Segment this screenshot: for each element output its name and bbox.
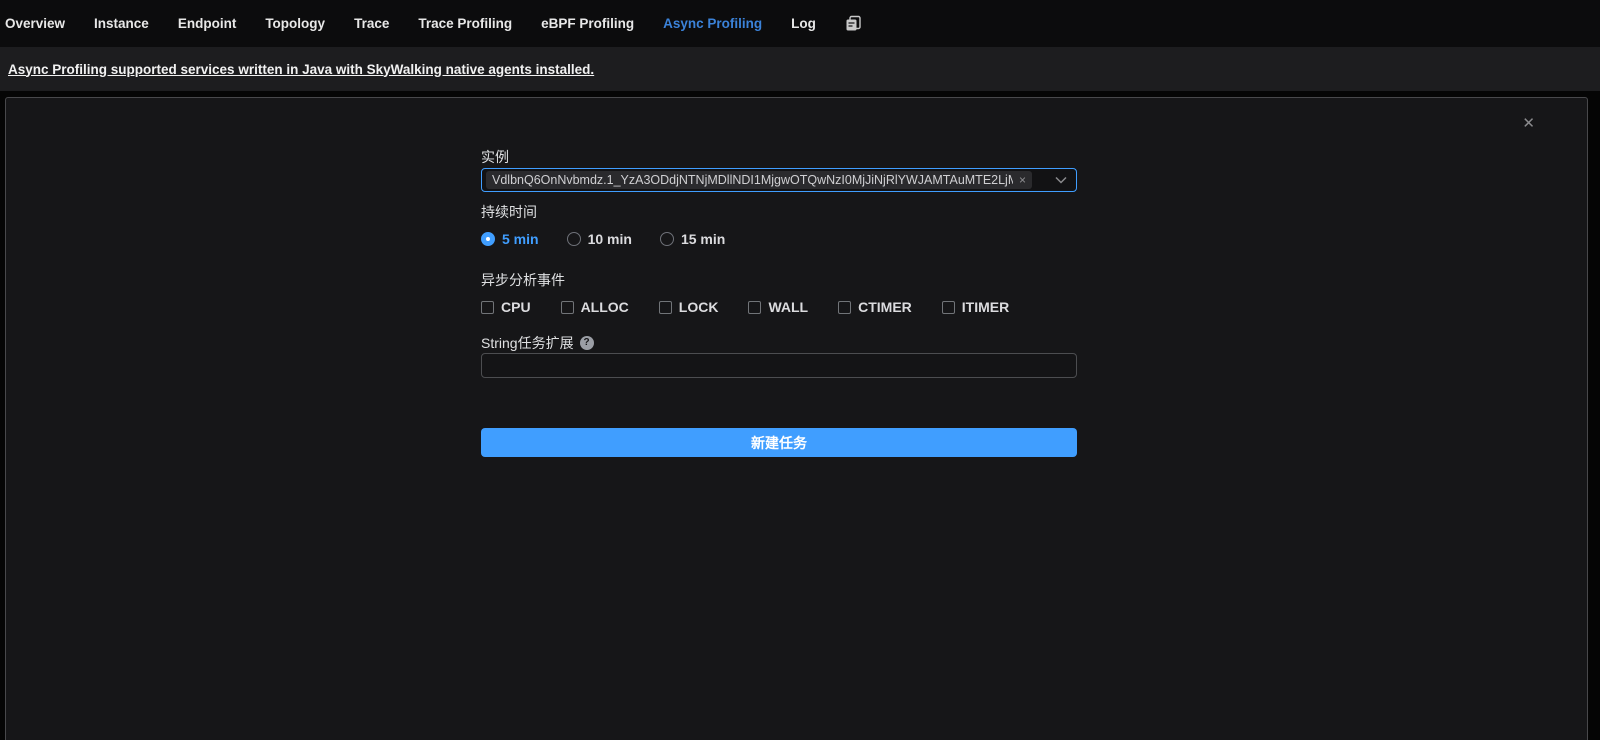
checkbox-icon xyxy=(481,301,494,314)
nav-tab-async-profiling[interactable]: Async Profiling xyxy=(663,16,762,31)
extension-label: String任务扩展 xyxy=(481,335,574,351)
extension-input[interactable] xyxy=(481,353,1077,378)
top-nav: Overview Instance Endpoint Topology Trac… xyxy=(0,0,1600,47)
nav-tab-trace-profiling[interactable]: Trace Profiling xyxy=(418,16,512,31)
banner: Async Profiling supported services writt… xyxy=(0,47,1600,91)
instance-select[interactable]: VdlbnQ6OnNvbmdz.1_YzA3ODdjNTNjMDllNDI1Mj… xyxy=(481,168,1077,192)
supported-services-link[interactable]: Async Profiling supported services writt… xyxy=(8,62,594,77)
chevron-down-icon xyxy=(1055,176,1067,184)
checkbox-ctimer-label: CTIMER xyxy=(858,299,912,315)
radio-dot-icon xyxy=(481,232,495,246)
radio-10min-label: 10 min xyxy=(588,231,632,247)
radio-15min[interactable]: 15 min xyxy=(660,231,725,247)
radio-5min[interactable]: 5 min xyxy=(481,231,539,247)
radio-dot-icon xyxy=(567,232,581,246)
instance-label: 实例 xyxy=(481,149,1077,165)
checkbox-wall-label: WALL xyxy=(768,299,808,315)
nav-tab-trace[interactable]: Trace xyxy=(354,16,389,31)
nav-tab-topology[interactable]: Topology xyxy=(265,16,325,31)
close-icon[interactable]: ✕ xyxy=(1522,116,1535,131)
events-label: 异步分析事件 xyxy=(481,272,1077,288)
checkbox-lock[interactable]: LOCK xyxy=(659,299,719,315)
radio-5min-label: 5 min xyxy=(502,231,539,247)
extension-label-row: String任务扩展 ? xyxy=(481,335,1077,351)
checkbox-icon xyxy=(561,301,574,314)
checkbox-itimer[interactable]: ITIMER xyxy=(942,299,1009,315)
remove-tag-icon[interactable]: × xyxy=(1019,174,1026,186)
help-icon[interactable]: ? xyxy=(580,336,594,350)
new-task-form: 实例 VdlbnQ6OnNvbmdz.1_YzA3ODdjNTNjMDllNDI… xyxy=(481,98,1077,457)
radio-dot-icon xyxy=(660,232,674,246)
nav-tab-endpoint[interactable]: Endpoint xyxy=(178,16,236,31)
checkbox-icon xyxy=(659,301,672,314)
nav-tab-log[interactable]: Log xyxy=(791,16,816,31)
duration-label: 持续时间 xyxy=(481,204,1077,220)
radio-15min-label: 15 min xyxy=(681,231,725,247)
task-list-icon[interactable] xyxy=(845,15,862,32)
checkbox-alloc-label: ALLOC xyxy=(581,299,629,315)
checkbox-cpu[interactable]: CPU xyxy=(481,299,531,315)
instance-tag-value: VdlbnQ6OnNvbmdz.1_YzA3ODdjNTNjMDllNDI1Mj… xyxy=(492,173,1013,187)
nav-tab-ebpf-profiling[interactable]: eBPF Profiling xyxy=(541,16,634,31)
checkbox-lock-label: LOCK xyxy=(679,299,719,315)
checkbox-cpu-label: CPU xyxy=(501,299,531,315)
checkbox-icon xyxy=(838,301,851,314)
checkbox-wall[interactable]: WALL xyxy=(748,299,808,315)
nav-tab-instance[interactable]: Instance xyxy=(94,16,149,31)
checkbox-icon xyxy=(942,301,955,314)
nav-tab-overview[interactable]: Overview xyxy=(5,16,65,31)
instance-tag: VdlbnQ6OnNvbmdz.1_YzA3ODdjNTNjMDllNDI1Mj… xyxy=(486,171,1032,189)
create-task-button[interactable]: 新建任务 xyxy=(481,428,1077,457)
duration-radio-group: 5 min 10 min 15 min xyxy=(481,231,1077,247)
checkbox-itimer-label: ITIMER xyxy=(962,299,1009,315)
checkbox-alloc[interactable]: ALLOC xyxy=(561,299,629,315)
radio-10min[interactable]: 10 min xyxy=(567,231,632,247)
checkbox-icon xyxy=(748,301,761,314)
checkbox-ctimer[interactable]: CTIMER xyxy=(838,299,912,315)
events-checkbox-group: CPU ALLOC LOCK WALL CTIMER ITIMER xyxy=(481,299,1077,315)
async-profiling-panel: ✕ 实例 VdlbnQ6OnNvbmdz.1_YzA3ODdjNTNjMDllN… xyxy=(5,97,1588,740)
